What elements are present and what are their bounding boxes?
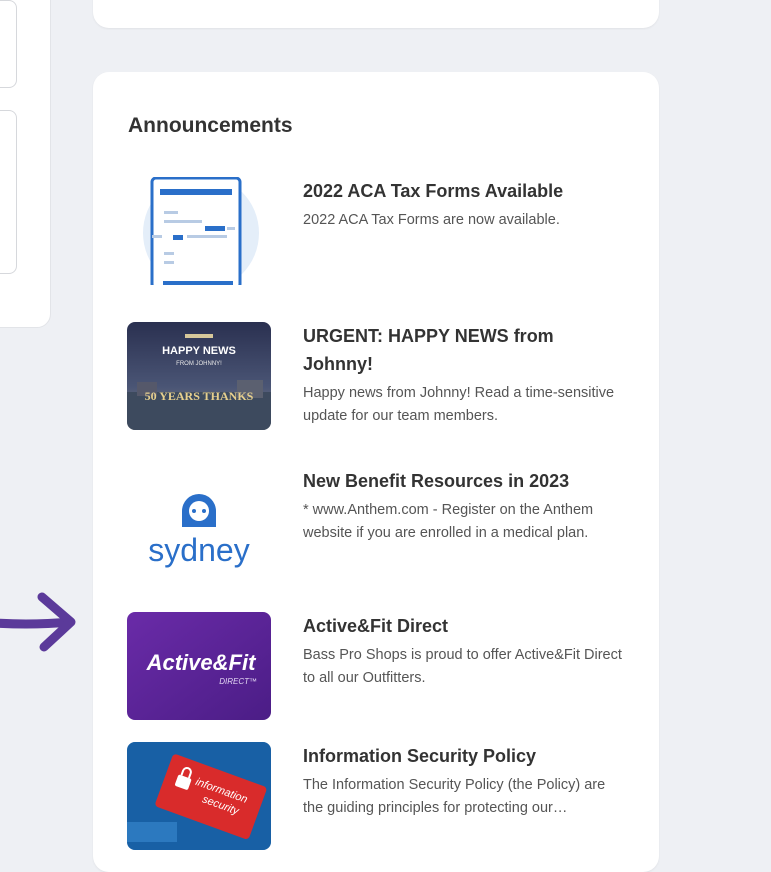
arrow-icon <box>0 592 76 652</box>
announcement-item[interactable]: HAPPY NEWS FROM JOHNNY! 50 YEARS THANKS … <box>127 322 627 434</box>
document-icon <box>127 177 271 285</box>
left-panel-section-2 <box>0 110 17 274</box>
announcement-title[interactable]: Active&Fit Direct <box>303 612 623 640</box>
announcement-description: Happy news from Johnny! Read a time-sens… <box>303 385 615 424</box>
sydney-wordmark: sydney <box>148 532 249 568</box>
announcement-description: * www.Anthem.com - Register on the Anthe… <box>303 502 594 541</box>
announcement-item[interactable]: sydney New Benefit Resources in 2023 * w… <box>127 467 627 579</box>
active-fit-direct: DIRECT™ <box>219 677 257 686</box>
announcement-title[interactable]: URGENT: HAPPY NEWS from Johnny! <box>303 322 623 378</box>
announcements-title: Announcements <box>128 114 293 137</box>
announcement-description: Bass Pro Shops is proud to offer Active&… <box>303 647 622 686</box>
left-panel-section-1 <box>0 0 17 88</box>
announcement-item[interactable]: information security Information Securit… <box>127 742 627 854</box>
active-fit-wordmark: Active&Fit <box>146 650 257 675</box>
announcements-card: Announcements 2022 ACA Tax Forms Availab… <box>93 72 659 872</box>
thumb-banner: 50 YEARS THANKS <box>145 389 254 403</box>
thumb-headline: HAPPY NEWS <box>162 345 236 357</box>
sydney-logo: sydney <box>127 467 271 575</box>
announcement-item[interactable]: Active&Fit DIRECT™ Active&Fit Direct Bas… <box>127 612 627 724</box>
security-thumbnail: information security <box>127 742 271 850</box>
announcement-title[interactable]: Information Security Policy <box>303 742 623 770</box>
active-fit-logo: Active&Fit DIRECT™ <box>127 612 271 720</box>
announcement-description: The Information Security Policy (the Pol… <box>303 777 606 816</box>
happy-news-thumbnail: HAPPY NEWS FROM JOHNNY! 50 YEARS THANKS <box>127 322 271 430</box>
announcement-description: 2022 ACA Tax Forms are now available. <box>303 212 560 228</box>
announcement-title[interactable]: New Benefit Resources in 2023 <box>303 467 623 495</box>
announcement-item[interactable]: 2022 ACA Tax Forms Available 2022 ACA Ta… <box>127 177 627 289</box>
thumb-subheadline: FROM JOHNNY! <box>176 361 222 367</box>
top-card <box>93 0 659 28</box>
announcement-title[interactable]: 2022 ACA Tax Forms Available <box>303 177 623 205</box>
